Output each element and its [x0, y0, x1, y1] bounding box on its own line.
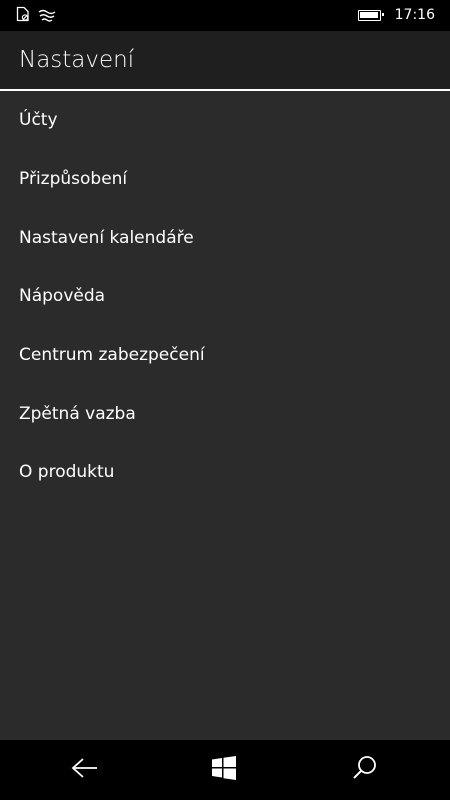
- status-right-indicators: 17:16: [357, 6, 435, 24]
- settings-item-label: Centrum zabezpečení: [19, 345, 205, 366]
- status-bar: 17:16: [0, 0, 450, 31]
- settings-item-o-produktu[interactable]: O produktu: [0, 443, 450, 502]
- settings-item-label: O produktu: [19, 462, 115, 483]
- start-button[interactable]: [204, 752, 244, 788]
- search-button[interactable]: [345, 752, 385, 788]
- settings-item-label: Nápověda: [19, 286, 106, 307]
- settings-item-label: Přizpůsobení: [19, 169, 128, 190]
- settings-item-label: Účty: [19, 110, 58, 131]
- app-header: Nastavení: [0, 31, 450, 89]
- settings-item-ucty[interactable]: Účty: [0, 91, 450, 150]
- page-title: Nastavení: [19, 47, 135, 73]
- back-button[interactable]: [65, 752, 105, 788]
- search-icon: [352, 755, 378, 785]
- settings-item-prizpusobeni[interactable]: Přizpůsobení: [0, 150, 450, 209]
- settings-item-nastaveni-kalendare[interactable]: Nastavení kalendáře: [0, 208, 450, 267]
- settings-item-centrum-zabezpeceni[interactable]: Centrum zabezpečení: [0, 326, 450, 385]
- back-icon: [71, 757, 99, 783]
- mobile-data-icon: [16, 6, 30, 26]
- status-left-icons: [16, 6, 56, 26]
- windows-logo-icon: [212, 756, 236, 784]
- settings-item-napoveda[interactable]: Nápověda: [0, 267, 450, 326]
- settings-item-label: Zpětná vazba: [19, 403, 136, 424]
- settings-item-zpetna-vazba[interactable]: Zpětná vazba: [0, 384, 450, 443]
- battery-icon: [357, 9, 385, 21]
- settings-item-label: Nastavení kalendáře: [19, 227, 194, 248]
- settings-list: Účty Přizpůsobení Nastavení kalendáře Ná…: [0, 91, 450, 502]
- navigation-bar: [0, 740, 450, 800]
- wifi-signal-icon: [38, 7, 56, 26]
- clock-time: 17:16: [394, 7, 435, 23]
